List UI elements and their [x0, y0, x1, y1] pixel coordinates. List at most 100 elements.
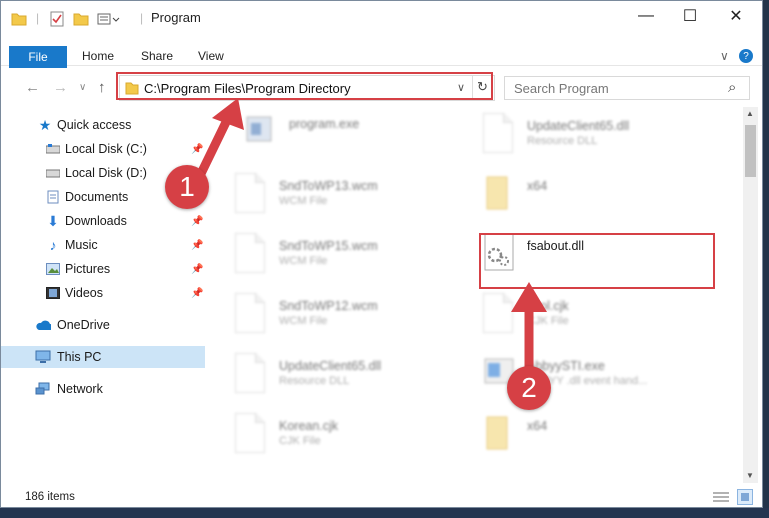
- file-item[interactable]: x64: [483, 173, 723, 225]
- sidebar-item-label: Network: [57, 382, 103, 396]
- window-title: Program: [151, 10, 201, 25]
- title-bar: | | Program — ☐ ✕: [1, 1, 762, 35]
- folder-icon: [11, 11, 27, 27]
- properties-icon[interactable]: [49, 11, 65, 27]
- search-icon: ⌕: [728, 79, 737, 96]
- file-item[interactable]: SndToWP15.wcm WCM File: [235, 233, 475, 285]
- scrollbar-thumb[interactable]: [745, 125, 756, 177]
- file-list: program.exe SndToWP13.wcm WCM File SndTo…: [211, 109, 743, 481]
- dll-icon: [483, 113, 517, 157]
- forward-button[interactable]: →: [53, 79, 68, 96]
- sidebar-item-label: Pictures: [65, 262, 111, 276]
- sidebar-item-label: Downloads: [65, 214, 127, 228]
- file-type: WCM File: [279, 255, 328, 267]
- expand-ribbon-icon[interactable]: ∨: [720, 49, 729, 63]
- file-name: SndToWP12.wcm: [279, 299, 378, 313]
- item-count: 186 items: [25, 491, 75, 503]
- callout-badge-1: 1: [165, 165, 209, 209]
- back-button[interactable]: ←: [25, 79, 40, 96]
- cloud-icon: [35, 318, 51, 332]
- desktop-background-bottom: [0, 508, 769, 518]
- file-name: Korean.cjk: [279, 419, 339, 433]
- help-icon[interactable]: ?: [739, 49, 753, 63]
- file-item[interactable]: Korean.cjk CJK File: [235, 413, 475, 465]
- sidebar-item-local-disk-c[interactable]: Local Disk (C:) 📌: [1, 138, 205, 160]
- large-icons-view-icon[interactable]: [737, 489, 753, 505]
- details-view-icon[interactable]: [713, 491, 729, 506]
- callout-badge-2: 2: [507, 366, 551, 410]
- network-icon: [35, 382, 51, 396]
- file-name: x64: [527, 179, 548, 193]
- navigation-bar: ← → ∨ ↑ C:\Program Files\Program Directo…: [1, 67, 762, 107]
- file-item[interactable]: x64: [483, 413, 723, 465]
- tab-view[interactable]: View: [198, 49, 224, 63]
- scroll-up-icon[interactable]: ▲: [746, 109, 754, 118]
- star-icon: ★: [38, 116, 52, 133]
- customize-toolbar-icon[interactable]: [97, 11, 121, 27]
- tab-share[interactable]: Share: [141, 49, 173, 63]
- sidebar-item-label: Music: [65, 238, 98, 252]
- sidebar-item-label: This PC: [57, 350, 102, 364]
- separator: |: [36, 11, 40, 25]
- explorer-window: | | Program — ☐ ✕ File Home Share View ∨…: [0, 0, 763, 508]
- file-item[interactable]: SndToWP13.wcm WCM File: [235, 173, 475, 225]
- file-type: Resource DLL: [527, 135, 598, 147]
- pin-icon: 📌: [191, 287, 204, 299]
- file-name: x64: [527, 419, 548, 433]
- sidebar-item-pictures[interactable]: Pictures 📌: [1, 258, 205, 280]
- sidebar-item-this-pc[interactable]: This PC: [1, 346, 205, 368]
- file-item[interactable]: UpdateClient65.dll Resource DLL: [483, 113, 723, 165]
- drive-icon: [45, 166, 61, 180]
- file-type: WCM File: [279, 315, 328, 327]
- separator: |: [140, 11, 144, 25]
- recent-locations-button[interactable]: ∨: [79, 82, 86, 93]
- sidebar-item-label: OneDrive: [57, 318, 110, 332]
- close-button[interactable]: ✕: [713, 1, 759, 31]
- new-folder-icon[interactable]: [73, 11, 89, 27]
- sidebar-item-network[interactable]: Network: [1, 378, 205, 400]
- file-type: Resource DLL: [279, 375, 350, 387]
- scroll-down-icon[interactable]: ▼: [746, 471, 754, 480]
- pictures-icon: [45, 262, 61, 276]
- file-item[interactable]: program.exe: [245, 111, 485, 163]
- documents-icon: [45, 190, 61, 204]
- drive-icon: [45, 142, 61, 156]
- tab-home[interactable]: Home: [82, 49, 114, 63]
- sidebar-item-onedrive[interactable]: OneDrive: [1, 314, 205, 336]
- vertical-scrollbar[interactable]: ▲ ▼: [743, 107, 758, 483]
- folder-icon: [483, 173, 517, 217]
- file-icon: [235, 293, 269, 337]
- pin-icon: 📌: [191, 263, 204, 275]
- music-icon: ♪: [49, 237, 57, 253]
- file-name: SndToWP15.wcm: [279, 239, 378, 253]
- sidebar-item-label: Local Disk (C:): [65, 142, 147, 156]
- up-button[interactable]: ↑: [98, 79, 106, 96]
- file-icon: [235, 413, 269, 457]
- pin-icon: 📌: [191, 239, 204, 251]
- file-icon: [235, 233, 269, 277]
- search-input[interactable]: Search Program: [514, 81, 609, 96]
- tab-file[interactable]: File: [9, 46, 67, 68]
- file-type: WCM File: [279, 195, 328, 207]
- navigation-pane: ★ Quick access Local Disk (C:) 📌 Local D…: [1, 109, 211, 481]
- file-name: program.exe: [289, 117, 360, 131]
- pin-icon: 📌: [191, 215, 204, 227]
- sidebar-item-label: Videos: [65, 286, 103, 300]
- videos-icon: [45, 286, 61, 300]
- file-item[interactable]: SndToWP12.wcm WCM File: [235, 293, 475, 345]
- dll-icon: [235, 353, 269, 397]
- file-name: UpdateClient65.dll: [527, 119, 630, 133]
- search-box[interactable]: Search Program ⌕: [504, 76, 750, 100]
- address-highlight-box: [116, 72, 493, 100]
- folder-icon: [483, 413, 517, 457]
- sidebar-item-downloads[interactable]: ⬇ Downloads 📌: [1, 210, 205, 232]
- sidebar-item-label: Quick access: [57, 118, 132, 132]
- computer-icon: [35, 350, 51, 364]
- sidebar-item-music[interactable]: ♪ Music 📌: [1, 234, 205, 256]
- sidebar-item-videos[interactable]: Videos 📌: [1, 282, 205, 304]
- sidebar-item-quick-access[interactable]: ★ Quick access: [1, 114, 205, 136]
- downloads-icon: ⬇: [47, 212, 59, 229]
- minimize-button[interactable]: —: [623, 1, 669, 31]
- maximize-button[interactable]: ☐: [667, 1, 713, 31]
- file-item[interactable]: UpdateClient65.dll Resource DLL: [235, 353, 475, 405]
